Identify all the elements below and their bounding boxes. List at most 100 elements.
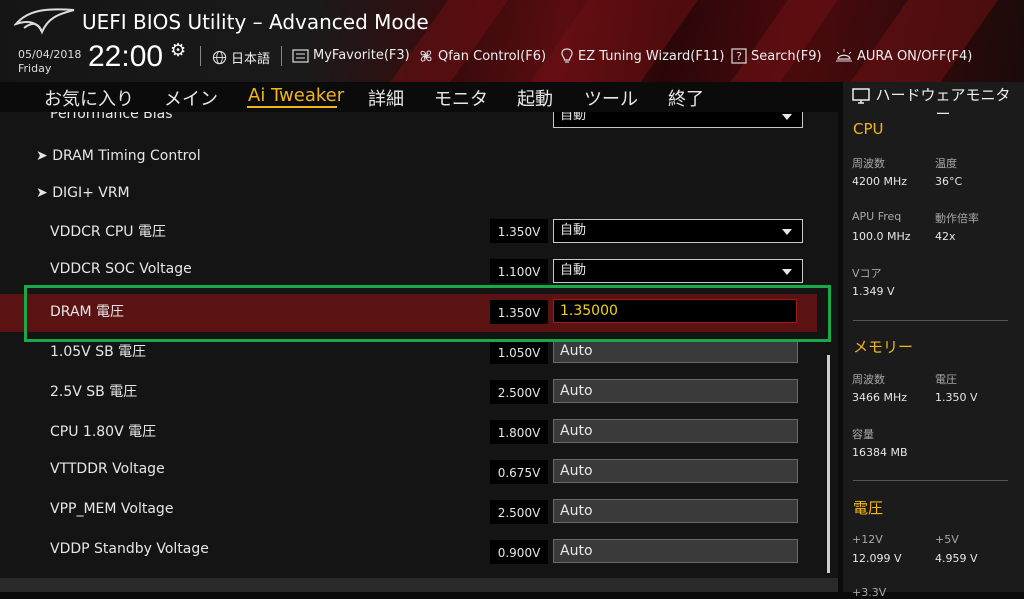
digi-vrm-label: DIGI+ VRM bbox=[52, 185, 130, 201]
myfavorite-button[interactable]: MyFavorite(F3) bbox=[292, 48, 410, 63]
svg-text:?: ? bbox=[736, 50, 742, 63]
search-label: Search(F9) bbox=[751, 48, 822, 64]
active-tab-underline bbox=[247, 106, 337, 108]
setting-label: 2.5V SB 電圧 bbox=[50, 384, 138, 400]
setting-label: VDDCR CPU 電圧 bbox=[50, 224, 167, 240]
tab-monitor[interactable]: モニタ bbox=[434, 85, 488, 111]
vcore-value: 1.349 V bbox=[852, 285, 895, 298]
search-button[interactable]: ? Search(F9) bbox=[731, 48, 822, 64]
vddp-standby-input[interactable]: Auto bbox=[553, 539, 798, 563]
setting-label: CPU 1.80V 電圧 bbox=[50, 424, 157, 440]
myfavorite-label: MyFavorite(F3) bbox=[313, 48, 410, 63]
favorite-icon bbox=[292, 48, 309, 63]
dram-timing-label: DRAM Timing Control bbox=[52, 148, 201, 164]
search-icon: ? bbox=[731, 48, 747, 64]
current-voltage: 2.500V bbox=[490, 380, 548, 404]
performance-bias-label: Performance Bias bbox=[50, 112, 173, 122]
day-text: Friday bbox=[18, 62, 52, 75]
chevron-down-icon bbox=[782, 229, 792, 235]
mem-capacity-value: 16384 MB bbox=[852, 446, 908, 459]
annotation-highlight-box bbox=[24, 285, 831, 342]
fan-icon bbox=[420, 50, 432, 62]
clock: 22:00 bbox=[88, 40, 164, 73]
v12-value: 12.099 V bbox=[852, 552, 902, 565]
tab-boot[interactable]: 起動 bbox=[517, 85, 553, 111]
ez-tuning-wizard-button[interactable]: EZ Tuning Wizard(F11) bbox=[560, 48, 724, 64]
settings-panel: Performance Bias 自動 ➤ DRAM Timing Contro… bbox=[0, 112, 838, 578]
lightbulb-icon bbox=[561, 48, 573, 63]
mem-capacity-label: 容量 bbox=[852, 428, 874, 441]
cpu-section-title: CPU bbox=[853, 120, 884, 138]
tab-exit[interactable]: 終了 bbox=[668, 85, 704, 111]
date-display: 05/04/2018 Friday bbox=[18, 48, 81, 76]
select-value: 自動 bbox=[560, 263, 587, 278]
select-value: 自動 bbox=[560, 223, 587, 238]
ez-tuning-label: EZ Tuning Wizard(F11) bbox=[578, 48, 725, 64]
v33-label: +3.3V bbox=[852, 586, 887, 599]
section-divider bbox=[853, 320, 1008, 321]
setting-label: 1.05V SB 電圧 bbox=[50, 344, 147, 360]
divider bbox=[281, 46, 282, 66]
cpu-freq-value: 4200 MHz bbox=[852, 175, 908, 188]
current-voltage: 0.900V bbox=[490, 540, 548, 564]
apu-freq-label: APU Freq bbox=[852, 210, 902, 223]
v5-value: 4.959 V bbox=[935, 552, 978, 565]
vddcr-soc-select[interactable]: 自動 bbox=[553, 259, 803, 283]
menu-bar: お気に入り メイン Ai Tweaker 詳細 モニタ 起動 ツール 終了 bbox=[0, 82, 840, 110]
gear-icon[interactable]: ⚙ bbox=[170, 40, 186, 61]
v12-label: +12V bbox=[852, 533, 883, 546]
monitor-icon bbox=[852, 88, 870, 104]
vttddr-input[interactable]: Auto bbox=[553, 459, 798, 483]
tab-tool[interactable]: ツール bbox=[584, 85, 638, 111]
monitor-title: ハードウェアモニター bbox=[875, 86, 1011, 123]
performance-bias-select[interactable]: 自動 bbox=[553, 112, 803, 128]
vddcr-cpu-select[interactable]: 自動 bbox=[553, 219, 803, 243]
rog-logo-icon bbox=[14, 8, 75, 35]
vcore-label: Vコア bbox=[852, 267, 882, 280]
sb-105v-input[interactable]: Auto bbox=[553, 339, 798, 363]
dram-timing-control-link[interactable]: ➤ DRAM Timing Control bbox=[36, 148, 201, 164]
voltage-section-title: 電圧 bbox=[853, 499, 884, 517]
cpu-ratio-label: 動作倍率 bbox=[935, 212, 979, 225]
language-button[interactable]: 日本語 bbox=[212, 48, 270, 67]
digi-vrm-link[interactable]: ➤ DIGI+ VRM bbox=[36, 185, 130, 201]
setting-label: VDDCR SOC Voltage bbox=[50, 261, 192, 277]
cpu-ratio-value: 42x bbox=[935, 230, 956, 243]
section-divider bbox=[853, 480, 1008, 481]
globe-icon bbox=[212, 50, 227, 65]
aura-icon bbox=[836, 49, 852, 62]
divider bbox=[200, 46, 201, 66]
mem-freq-value: 3466 MHz bbox=[852, 391, 908, 404]
cpu-freq-label: 周波数 bbox=[852, 157, 885, 170]
performance-bias-value: 自動 bbox=[560, 112, 587, 123]
apu-freq-value: 100.0 MHz bbox=[852, 230, 911, 243]
tab-advanced[interactable]: 詳細 bbox=[368, 85, 404, 111]
memory-section-title: メモリー bbox=[853, 338, 914, 356]
aura-button[interactable]: AURA ON/OFF(F4) bbox=[835, 48, 972, 64]
cpu-180v-input[interactable]: Auto bbox=[553, 419, 798, 443]
date-text: 05/04/2018 bbox=[18, 48, 82, 61]
qfan-control-button[interactable]: Qfan Control(F6) bbox=[418, 48, 546, 64]
vpp-mem-input[interactable]: Auto bbox=[553, 499, 798, 523]
header-bar: UEFI BIOS Utility – Advanced Mode 05/04/… bbox=[0, 0, 1024, 82]
app-title: UEFI BIOS Utility – Advanced Mode bbox=[82, 10, 429, 34]
tab-main[interactable]: メイン bbox=[164, 85, 218, 111]
current-voltage: 0.675V bbox=[490, 460, 548, 484]
mem-volt-value: 1.350 V bbox=[935, 391, 978, 404]
setting-label: VTTDDR Voltage bbox=[50, 461, 165, 477]
setting-label: VPP_MEM Voltage bbox=[50, 501, 174, 517]
tab-favorites[interactable]: お気に入り bbox=[44, 85, 134, 111]
chevron-down-icon bbox=[782, 114, 792, 120]
hardware-monitor-panel: ハードウェアモニター CPU 周波数 温度 4200 MHz 36°C APU … bbox=[843, 82, 1024, 599]
current-voltage: 1.100V bbox=[490, 259, 548, 283]
current-voltage: 1.350V bbox=[490, 219, 548, 243]
mem-volt-label: 電圧 bbox=[935, 373, 957, 386]
bottom-bar bbox=[0, 578, 838, 592]
current-voltage: 1.800V bbox=[490, 420, 548, 444]
scrollbar[interactable] bbox=[827, 355, 830, 573]
sb-25v-input[interactable]: Auto bbox=[553, 379, 798, 403]
qfan-label: Qfan Control(F6) bbox=[438, 48, 547, 64]
v5-label: +5V bbox=[935, 533, 959, 546]
tab-ai-tweaker[interactable]: Ai Tweaker bbox=[248, 85, 344, 106]
current-voltage: 1.050V bbox=[490, 340, 548, 364]
